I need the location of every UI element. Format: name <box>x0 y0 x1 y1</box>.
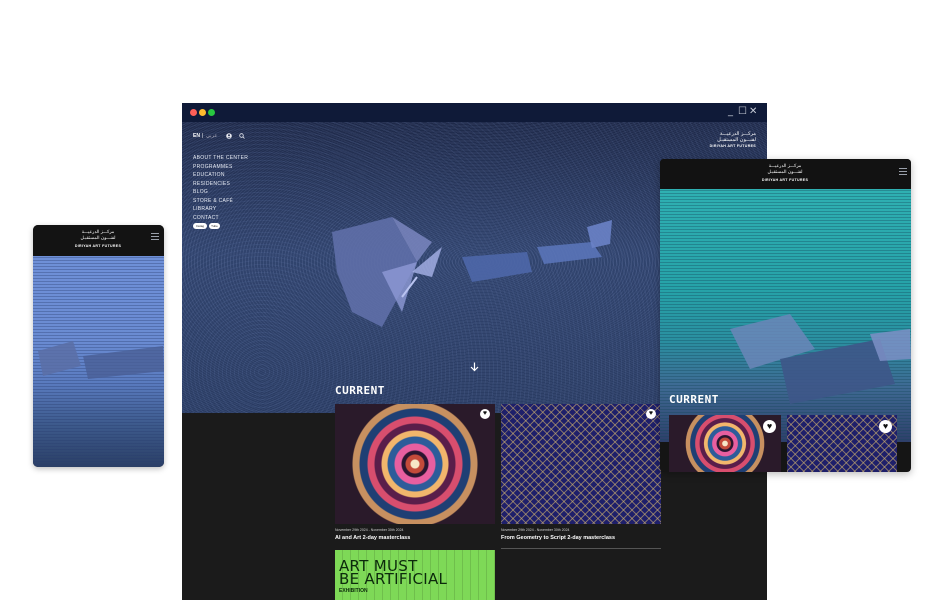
lang-en-link[interactable]: EN <box>193 133 200 139</box>
card-title[interactable]: AI and Art 2-day masterclass <box>335 535 495 541</box>
section-title-current: CURRENT <box>335 384 385 397</box>
hero-3d-text-art <box>332 217 612 327</box>
arrow-down-icon[interactable] <box>470 362 479 372</box>
card-title[interactable]: From Geometry to Script 2-day masterclas… <box>501 535 661 541</box>
logo-arabic-line2: لفنـــون المستقبـل <box>80 235 116 241</box>
social-pill-2[interactable]: Tube <box>209 223 220 229</box>
logo-arabic[interactable]: مركـــز الدرعيـــة لفنـــون المستقبـل <box>750 164 820 175</box>
card-image-exhibition[interactable]: ART MUST BE ARTIFICIAL EXHIBITION <box>335 550 495 600</box>
logo-arabic[interactable]: مركـــز الدرعيـــة لفنـــون المستقبـل <box>63 230 133 241</box>
logo-arabic-line2: لفنـــون المستقبـل <box>717 137 756 143</box>
card-date: November 29th 2024 - November 30th 2024 <box>335 528 404 532</box>
hamburger-menu-icon[interactable] <box>151 233 159 242</box>
tablet-device-preview: مركـــز الدرعيـــة لفنـــون المستقبـل DI… <box>660 159 911 472</box>
nav-residencies[interactable]: RESIDENCIES <box>193 181 230 187</box>
tablet-hero: CURRENT <box>660 189 911 442</box>
heart-icon: ♥ <box>882 421 889 431</box>
card-divider <box>501 548 661 549</box>
card-image-fractal[interactable]: ♥ <box>669 415 781 472</box>
tablet-hero-3d-shapes <box>730 314 911 404</box>
exhibition-label: EXHIBITION <box>339 588 368 594</box>
social-pill-1[interactable]: Instag <box>193 223 207 229</box>
heart-icon: ♥ <box>482 410 488 417</box>
close-dot-icon[interactable] <box>190 109 197 116</box>
logo-arabic[interactable]: مركـــز الدرعيـــة لفنـــون المستقبـل <box>694 131 756 143</box>
browser-titlebar: _ ☐ ✕ <box>182 103 767 122</box>
maximize-icon[interactable]: ☐ <box>738 105 747 119</box>
tablet-header: مركـــز الدرعيـــة لفنـــون المستقبـل DI… <box>660 159 911 189</box>
nav-library[interactable]: LIBRARY <box>193 206 216 212</box>
section-title-current: CURRENT <box>669 393 719 406</box>
maximize-dot-icon[interactable] <box>208 109 215 116</box>
card-image-geometry[interactable]: ♥ <box>787 415 897 472</box>
mobile-header: مركـــز الدرعيـــة لفنـــون المستقبـل DI… <box>33 225 164 256</box>
heart-icon: ♥ <box>766 421 773 431</box>
nav-programmes[interactable]: PROGRAMMES <box>193 164 233 170</box>
mobile-hero <box>33 256 164 467</box>
logo-english[interactable]: DIRIYAH ART FUTURES <box>63 244 133 248</box>
nav-blog[interactable]: BLOG <box>193 189 208 195</box>
logo-english[interactable]: DIRIYAH ART FUTURES <box>694 144 756 148</box>
lang-separator: | <box>202 133 204 139</box>
favorite-button[interactable]: ♥ <box>480 409 490 419</box>
nav-education[interactable]: EDUCATION <box>193 172 225 178</box>
favorite-button[interactable]: ♥ <box>879 420 892 433</box>
close-icon[interactable]: ✕ <box>749 105 757 119</box>
search-icon[interactable] <box>239 133 245 139</box>
lang-ar-link[interactable]: عربي <box>206 133 217 139</box>
logo-english[interactable]: DIRIYAH ART FUTURES <box>750 178 820 182</box>
nav-store-cafe[interactable]: STORE & CAFÉ <box>193 198 233 204</box>
favorite-button[interactable]: ♥ <box>763 420 776 433</box>
nav-contact[interactable]: CONTACT <box>193 215 219 221</box>
card-image-geometry[interactable]: ♥ <box>501 404 661 524</box>
logo-arabic-line2: لفنـــون المستقبـل <box>767 169 803 175</box>
heart-icon: ♥ <box>648 410 654 417</box>
hamburger-menu-icon[interactable] <box>899 168 907 177</box>
card-image-fractal[interactable]: ♥ <box>335 404 495 524</box>
mobile-hero-3d-shapes <box>38 341 164 379</box>
mobile-device-preview: مركـــز الدرعيـــة لفنـــون المستقبـل DI… <box>33 225 164 467</box>
exhibition-title-line2: BE ARTIFICIAL <box>339 570 448 588</box>
nav-about-the-center[interactable]: ABOUT THE CENTER <box>193 155 248 161</box>
favorite-button[interactable]: ♥ <box>646 409 656 419</box>
minimize-dot-icon[interactable] <box>199 109 206 116</box>
user-icon[interactable] <box>226 133 232 139</box>
card-date: November 29th 2024 - November 30th 2024 <box>501 528 570 532</box>
minimize-icon[interactable]: _ <box>728 105 733 119</box>
